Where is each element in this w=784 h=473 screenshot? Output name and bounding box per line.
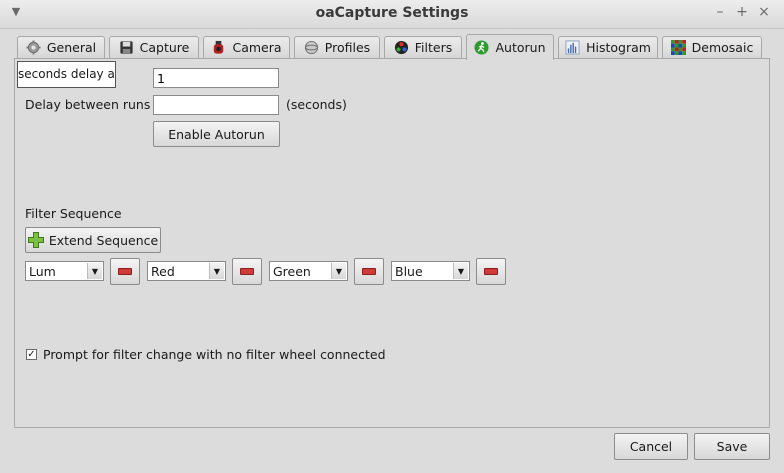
minimize-icon[interactable]: – bbox=[712, 4, 728, 20]
run-count-input[interactable] bbox=[153, 68, 279, 88]
chevron-down-icon: ▼ bbox=[87, 263, 102, 279]
chevron-down-icon: ▼ bbox=[331, 263, 346, 279]
plus-icon bbox=[27, 232, 44, 248]
floppy-disk-icon bbox=[120, 41, 133, 54]
truncated-label-tooltip: seconds delay af bbox=[17, 61, 116, 88]
tab-histogram[interactable]: Histogram bbox=[558, 36, 658, 58]
filter-select-2[interactable]: Red ▼ bbox=[147, 261, 226, 281]
tab-general[interactable]: General bbox=[17, 36, 105, 58]
demosaic-icon bbox=[670, 40, 686, 55]
tab-label: Capture bbox=[139, 40, 190, 55]
filter-select-value: Red bbox=[151, 263, 175, 279]
tab-label: Autorun bbox=[495, 40, 546, 55]
save-label: Save bbox=[716, 439, 748, 454]
cancel-label: Cancel bbox=[629, 439, 673, 454]
filter-select-3[interactable]: Green ▼ bbox=[269, 261, 348, 281]
delay-input[interactable] bbox=[153, 95, 279, 115]
tab-filters[interactable]: Filters bbox=[384, 36, 462, 58]
cancel-button[interactable]: Cancel bbox=[614, 433, 688, 460]
minus-icon bbox=[362, 268, 376, 275]
minus-icon bbox=[240, 268, 254, 275]
filter-select-value: Green bbox=[273, 263, 311, 279]
prompt-filter-change-option[interactable]: ✓ Prompt for filter change with no filte… bbox=[26, 347, 386, 362]
maximize-icon[interactable]: + bbox=[734, 4, 750, 20]
chevron-down-icon: ▼ bbox=[209, 263, 224, 279]
filter-sequence-label: Filter Sequence bbox=[25, 206, 122, 221]
remove-filter-button-1[interactable] bbox=[110, 258, 140, 285]
tab-label: Camera bbox=[232, 40, 282, 55]
window-title: oaCapture Settings bbox=[315, 5, 469, 21]
tab-label: General bbox=[46, 40, 97, 55]
remove-filter-button-3[interactable] bbox=[354, 258, 384, 285]
tab-capture[interactable]: Capture bbox=[109, 36, 199, 58]
gear-icon bbox=[26, 40, 41, 55]
chevron-down-icon: ▼ bbox=[453, 263, 468, 279]
enable-autorun-label: Enable Autorun bbox=[168, 126, 265, 142]
remove-filter-button-4[interactable] bbox=[476, 258, 506, 285]
title-bar: ▼ oaCapture Settings – + × bbox=[0, 0, 784, 29]
filters-icon bbox=[394, 40, 408, 55]
minus-icon bbox=[484, 268, 498, 275]
delay-units-label: (seconds) bbox=[286, 97, 347, 112]
filter-select-value: Blue bbox=[395, 263, 423, 279]
profiles-icon bbox=[304, 40, 318, 55]
extend-sequence-button[interactable]: Extend Sequence bbox=[25, 227, 161, 253]
tab-label: Filters bbox=[414, 40, 453, 55]
autorun-icon bbox=[474, 40, 490, 55]
prompt-filter-change-checkbox[interactable]: ✓ bbox=[26, 349, 37, 360]
tab-autorun[interactable]: Autorun bbox=[466, 34, 554, 60]
extend-sequence-label: Extend Sequence bbox=[48, 232, 159, 248]
tab-label: Demosaic bbox=[691, 40, 754, 55]
minus-icon bbox=[118, 268, 132, 275]
tab-camera[interactable]: Camera bbox=[203, 36, 290, 58]
save-button[interactable]: Save bbox=[694, 433, 770, 460]
tab-label: Profiles bbox=[324, 40, 371, 55]
remove-filter-button-2[interactable] bbox=[232, 258, 262, 285]
camera-icon bbox=[214, 40, 224, 54]
filter-select-4[interactable]: Blue ▼ bbox=[391, 261, 470, 281]
tab-demosaic[interactable]: Demosaic bbox=[662, 36, 762, 58]
prompt-filter-change-label: Prompt for filter change with no filter … bbox=[43, 347, 386, 362]
enable-autorun-button[interactable]: Enable Autorun bbox=[153, 121, 280, 147]
filter-select-value: Lum bbox=[29, 263, 56, 279]
tab-profiles[interactable]: Profiles bbox=[294, 36, 380, 58]
filter-select-1[interactable]: Lum ▼ bbox=[25, 261, 104, 281]
histogram-icon bbox=[565, 40, 580, 55]
tab-label: Histogram bbox=[586, 40, 651, 55]
close-icon[interactable]: × bbox=[756, 4, 772, 20]
delay-label: Delay between runs bbox=[25, 97, 151, 112]
